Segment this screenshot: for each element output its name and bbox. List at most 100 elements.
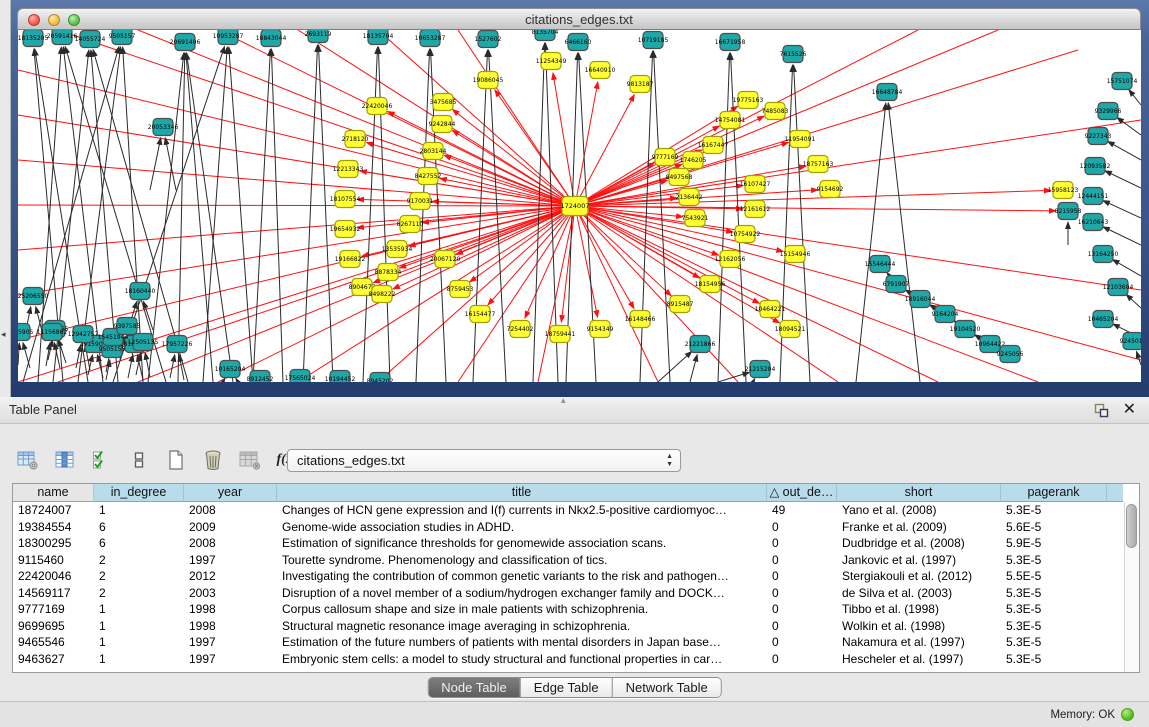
network-node[interactable]: 20691406 <box>170 34 201 51</box>
memory-status-icon[interactable] <box>1121 708 1134 721</box>
network-node[interactable]: 15751074 <box>1107 73 1138 90</box>
network-node[interactable]: 12213343 <box>333 161 364 178</box>
column-header-pagerank[interactable]: pagerank <box>1001 484 1107 502</box>
column-header-title[interactable]: title <box>277 484 767 502</box>
network-node[interactable]: 16148466 <box>625 311 656 328</box>
table-row[interactable]: 1456911722003Disruption of a novel membe… <box>13 585 1123 602</box>
network-node[interactable]: 16167447 <box>698 137 729 154</box>
table-row[interactable]: 1830029562008Estimation of significance … <box>13 535 1123 552</box>
network-node[interactable]: 11254349 <box>536 53 567 70</box>
network-node[interactable]: 8945202 <box>367 373 394 383</box>
network-node[interactable]: 10165204 <box>215 361 246 378</box>
network-node[interactable]: 9154349 <box>587 321 614 338</box>
network-node[interactable]: 10194452 <box>325 371 356 383</box>
network-node[interactable]: 1527602 <box>475 31 502 48</box>
network-node[interactable]: 12093582 <box>1080 158 1111 175</box>
network-node[interactable]: 16154477 <box>465 306 496 323</box>
network-node[interactable]: 7254402 <box>507 321 534 338</box>
table-scrollbar[interactable] <box>1124 502 1139 672</box>
network-node[interactable]: 8497568 <box>666 169 693 186</box>
expand-west-panel-arrow-icon[interactable]: ◂ <box>1 330 6 339</box>
network-node[interactable]: 9227343 <box>1085 128 1112 145</box>
network-node[interactable]: 8915487 <box>667 296 694 313</box>
network-node[interactable]: 7543921 <box>682 210 709 227</box>
network-node[interactable]: 21221866 <box>685 336 716 353</box>
table-row[interactable]: 969969511998Structural magnetic resonanc… <box>13 618 1123 635</box>
network-node[interactable]: 9813187 <box>627 76 654 93</box>
network-node[interactable]: 12103604 <box>1103 279 1134 296</box>
network-node[interactable]: 8135704 <box>532 30 559 41</box>
scrollbar-thumb[interactable] <box>1126 504 1137 548</box>
column-header-name[interactable]: name <box>13 484 94 502</box>
network-node[interactable]: 3475685 <box>430 94 457 111</box>
network-node[interactable]: 9154692 <box>817 181 844 198</box>
network-node[interactable]: 6791907 <box>883 276 910 293</box>
network-node[interactable]: 6466160 <box>565 34 592 51</box>
tab-edge-table[interactable]: Edge Table <box>520 678 612 697</box>
table-row[interactable]: 946554611997Estimation of the future num… <box>13 634 1123 651</box>
network-node[interactable]: 9242844 <box>429 116 456 133</box>
network-node[interactable]: 9777169 <box>652 149 679 166</box>
table-row[interactable]: 977716911998Corpus callosum shape and si… <box>13 601 1123 618</box>
new-column-icon[interactable] <box>164 448 188 472</box>
table-selector-dropdown[interactable]: citations_edges.txt ▲▼ <box>287 449 681 472</box>
network-node[interactable]: 8878334 <box>375 264 402 281</box>
network-node[interactable]: 1746205 <box>680 152 707 169</box>
network-canvas[interactable]: 1813520520591416140557249505157206914061… <box>18 30 1141 382</box>
network-node[interactable]: 10653287 <box>415 30 446 47</box>
table-options-icon[interactable] <box>16 448 40 472</box>
network-node[interactable]: 12444151 <box>1078 188 1109 205</box>
network-node[interactable]: 13535934 <box>382 241 413 258</box>
table-row[interactable]: 946362711997Embryonic stem cells: a mode… <box>13 651 1123 668</box>
network-node[interactable]: 9164204 <box>932 306 959 323</box>
network-window-titlebar[interactable]: citations_edges.txt <box>17 8 1141 30</box>
network-node[interactable]: 2136442 <box>676 189 703 206</box>
network-node[interactable]: 10953287 <box>213 30 244 45</box>
network-node[interactable]: 8215958 <box>1055 203 1082 220</box>
network-node[interactable]: 10754922 <box>730 226 761 243</box>
show-columns-icon[interactable] <box>53 448 77 472</box>
network-node[interactable]: 8427552 <box>415 168 442 185</box>
table-row[interactable]: 1872400712008Changes of HCN gene express… <box>13 502 1123 519</box>
network-node[interactable]: 20591416 <box>47 30 78 45</box>
network-node[interactable]: 8498222 <box>369 286 396 303</box>
network-node[interactable]: 20053346 <box>148 119 179 136</box>
delete-icon[interactable] <box>201 448 225 472</box>
network-node[interactable]: 18160440 <box>125 283 156 300</box>
network-node[interactable]: 2718120 <box>342 131 369 148</box>
network-node[interactable]: 17565024 <box>285 370 316 383</box>
network-node[interactable]: 16210643 <box>1078 214 1109 231</box>
network-node[interactable]: 15154946 <box>780 246 811 263</box>
panel-resize-handle[interactable]: ▴ <box>561 395 566 406</box>
network-node[interactable]: 18135704 <box>363 30 394 45</box>
network-node[interactable]: 18843044 <box>256 30 287 47</box>
network-node[interactable]: 8267110 <box>397 216 424 233</box>
network-node[interactable]: 9397585 <box>114 318 141 335</box>
network-node[interactable]: 9245056 <box>997 346 1024 363</box>
network-node[interactable]: 16107427 <box>740 176 771 193</box>
table-row[interactable]: 2242004622012Investigating the contribut… <box>13 568 1123 585</box>
network-node[interactable]: 18757163 <box>803 156 834 173</box>
tab-node-table[interactable]: Node Table <box>428 678 520 697</box>
table-row[interactable]: 1938455462009Genome-wide association stu… <box>13 519 1123 536</box>
row-height-icon[interactable] <box>127 448 151 472</box>
network-node[interactable]: 9245012 <box>1120 333 1141 350</box>
network-node[interactable]: 21215204 <box>745 361 776 378</box>
network-node[interactable]: 7615526 <box>780 46 807 63</box>
column-header-out_degree[interactable]: △ out_de… <box>767 484 837 502</box>
network-node[interactable]: 3915905 <box>18 324 34 341</box>
network-node[interactable]: 19086045 <box>473 72 504 89</box>
network-node[interactable]: 10719185 <box>638 32 669 49</box>
network-node[interactable]: 8912452 <box>247 371 274 383</box>
column-header-in_degree[interactable]: in_degree <box>94 484 184 502</box>
network-node[interactable]: 7485083 <box>762 103 789 120</box>
network-node[interactable]: 8759453 <box>447 281 474 298</box>
network-node[interactable]: 18135205 <box>18 30 48 47</box>
network-node[interactable]: 19166822 <box>335 251 366 268</box>
network-node[interactable]: 16640910 <box>585 62 616 79</box>
network-node[interactable]: 16671958 <box>715 34 746 51</box>
close-panel-icon[interactable]: ✕ <box>1123 400 1136 420</box>
select-rows-icon[interactable] <box>90 448 114 472</box>
network-node[interactable]: 2803144 <box>420 143 447 160</box>
tab-network-table[interactable]: Network Table <box>612 678 721 697</box>
